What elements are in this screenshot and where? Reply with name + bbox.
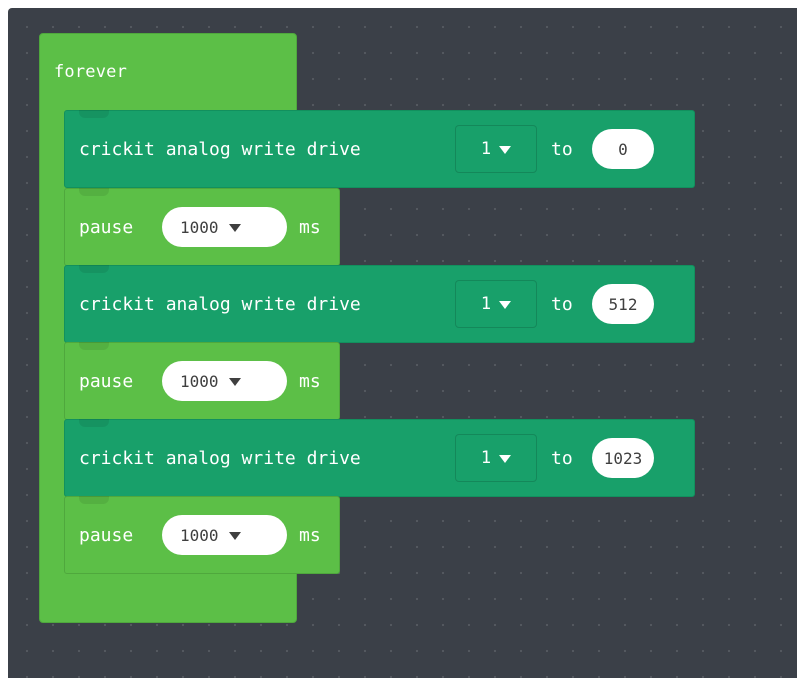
value-input[interactable]: 1023: [592, 438, 654, 478]
forever-label: forever: [54, 62, 128, 82]
ms-unit-label: ms: [299, 217, 321, 238]
duration-dropdown[interactable]: 1000: [162, 361, 287, 401]
block-connector-notch: [79, 110, 109, 118]
drive-value: 1: [480, 139, 492, 159]
crickit-analog-write-block-1[interactable]: crickit analog write drive 1 to 0: [64, 110, 695, 188]
drive-dropdown[interactable]: 1: [455, 280, 537, 328]
ms-unit-label: ms: [299, 525, 321, 546]
to-label: to: [551, 294, 573, 315]
dropdown-arrow-icon: [499, 301, 512, 309]
dropdown-arrow-icon: [499, 455, 512, 463]
drive-value: 1: [480, 294, 492, 314]
duration-value: 1000: [180, 217, 219, 237]
dropdown-arrow-icon: [228, 532, 241, 540]
to-label: to: [551, 139, 573, 160]
block-connector-notch: [79, 265, 109, 273]
crickit-block-label: crickit analog write drive: [79, 294, 361, 315]
block-connector-notch: [79, 342, 109, 350]
drive-value: 1: [480, 448, 492, 468]
crickit-analog-write-block-2[interactable]: crickit analog write drive 1 to 512: [64, 265, 695, 343]
value-input[interactable]: 512: [592, 284, 654, 324]
value-input[interactable]: 0: [592, 129, 654, 169]
ms-unit-label: ms: [299, 371, 321, 392]
dropdown-arrow-icon: [228, 378, 241, 386]
crickit-analog-write-block-3[interactable]: crickit analog write drive 1 to 1023: [64, 419, 695, 497]
crickit-block-label: crickit analog write drive: [79, 448, 361, 469]
block-connector-notch: [79, 188, 109, 196]
block-connector-notch: [79, 496, 109, 504]
pause-label: pause: [79, 371, 134, 392]
dropdown-arrow-icon: [228, 224, 241, 232]
duration-value: 1000: [180, 371, 219, 391]
drive-dropdown[interactable]: 1: [455, 434, 537, 482]
pause-label: pause: [79, 525, 134, 546]
block-connector-notch: [79, 419, 109, 427]
duration-dropdown[interactable]: 1000: [162, 207, 287, 247]
to-label: to: [551, 448, 573, 469]
pause-block-2[interactable]: pause 1000 ms: [64, 342, 340, 420]
dropdown-arrow-icon: [499, 146, 512, 154]
pause-block-1[interactable]: pause 1000 ms: [64, 188, 340, 266]
duration-dropdown[interactable]: 1000: [162, 515, 287, 555]
crickit-block-label: crickit analog write drive: [79, 139, 361, 160]
pause-label: pause: [79, 217, 134, 238]
blocks-workspace[interactable]: forever crickit analog write drive 1 to …: [8, 8, 797, 678]
pause-block-3[interactable]: pause 1000 ms: [64, 496, 340, 574]
drive-dropdown[interactable]: 1: [455, 125, 537, 173]
duration-value: 1000: [180, 525, 219, 545]
